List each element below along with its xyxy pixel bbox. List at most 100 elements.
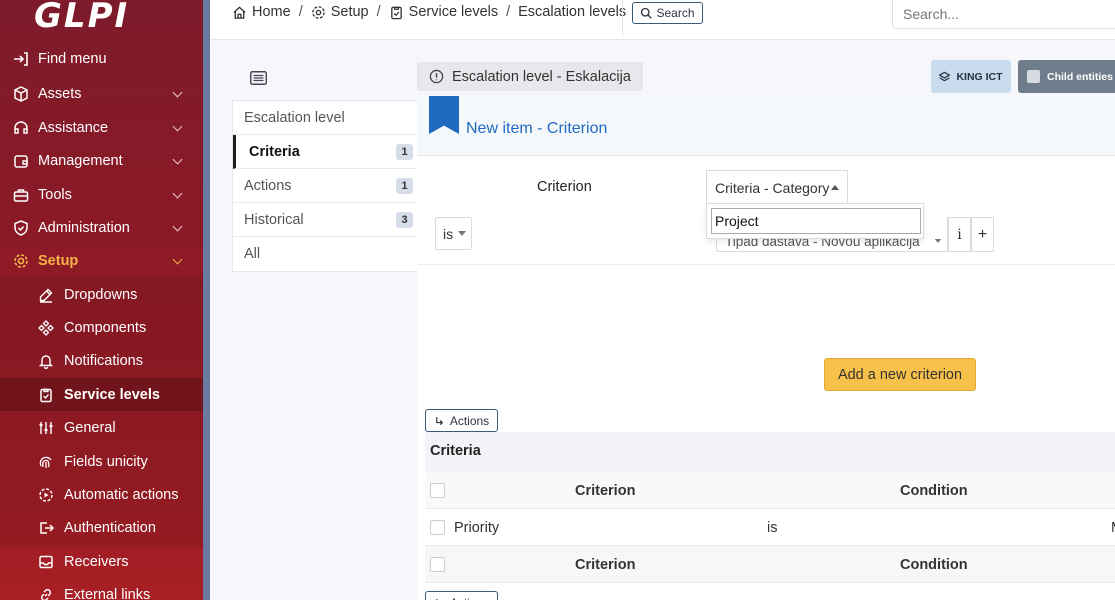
sidebar-item-assets[interactable]: Assets — [0, 77, 203, 110]
select-all-checkbox[interactable] — [430, 557, 445, 572]
massive-actions-button-bottom[interactable]: Actions — [425, 591, 498, 600]
item-title-label: Escalation level - Eskalacija — [452, 68, 631, 85]
chevron-down-icon — [172, 121, 183, 132]
briefcase-icon — [13, 187, 29, 203]
sidebar-subitem-receivers[interactable]: Receivers — [0, 545, 203, 578]
condition-select[interactable]: is — [435, 217, 472, 250]
sidebar-subitem-label: Notifications — [64, 352, 143, 369]
sidebar-item-label: Tools — [38, 186, 72, 203]
sidebar-item-label: Assistance — [38, 119, 109, 136]
glpi-logo[interactable]: GLPI — [34, 0, 129, 36]
info-circle-icon — [429, 69, 444, 84]
home-icon — [233, 5, 246, 19]
cell-pattern: M — [1111, 520, 1115, 536]
tab-actions[interactable]: Actions 1 — [233, 169, 417, 203]
sidebar-subitem-components[interactable]: Components — [0, 311, 203, 344]
sidebar-subitem-service-levels[interactable]: Service levels — [0, 378, 203, 411]
breadcrumb-setup[interactable]: Setup — [311, 4, 369, 20]
pattern-select-value: Tipad dastava - Novou aplikacija — [716, 239, 948, 251]
criterion-label: Criterion — [537, 179, 592, 195]
sidebar-subitem-dropdowns[interactable]: Dropdowns — [0, 278, 203, 311]
add-value-button[interactable]: + — [971, 217, 994, 252]
sidebar-item-management[interactable]: Management — [0, 144, 203, 177]
sidebar-subitem-general[interactable]: General — [0, 411, 203, 444]
sidebar-subitem-external-links[interactable]: External links — [0, 578, 203, 600]
select-all-checkbox[interactable] — [430, 483, 445, 498]
sidebar-item-label: Administration — [38, 219, 130, 236]
massive-actions-button[interactable]: Actions — [425, 409, 498, 432]
tab-count-badge: 1 — [396, 144, 413, 160]
actions-label: Actions — [449, 413, 490, 428]
tab-historical[interactable]: Historical 3 — [233, 203, 417, 237]
column-header-criterion[interactable]: Criterion — [575, 483, 635, 499]
breadcrumb-home[interactable]: Home — [232, 4, 291, 20]
column-footer-criterion[interactable]: Criterion — [575, 557, 635, 573]
breadcrumb-escalation-levels[interactable]: Escalation levels — [518, 4, 626, 20]
child-entities-checkbox[interactable] — [1027, 70, 1040, 83]
cell-criterion[interactable]: Priority — [454, 520, 499, 536]
breadcrumb-label: Home — [252, 4, 291, 20]
add-new-criterion-button[interactable]: Add a new criterion — [824, 358, 976, 391]
sidebar-subitem-automatic-actions[interactable]: Automatic actions — [0, 478, 203, 511]
arrow-right-to-bracket-icon — [13, 51, 29, 67]
sliders-icon — [38, 420, 54, 436]
tab-escalation-level[interactable]: Escalation level — [233, 101, 417, 135]
breadcrumb-separator: / — [376, 4, 381, 20]
sidebar-item-assistance[interactable]: Assistance — [0, 111, 203, 144]
sidebar-item-tools[interactable]: Tools — [0, 178, 203, 211]
actions-label: Actions — [450, 596, 489, 600]
entity-label: KING ICT — [956, 70, 1003, 83]
sidebar-scrollbar[interactable] — [203, 0, 210, 600]
sidebar-item-find-menu[interactable]: Find menu — [0, 42, 203, 75]
caret-down-icon — [458, 231, 467, 236]
search-button[interactable]: Search — [632, 2, 703, 24]
sidebar-subitem-label: Fields unicity — [64, 453, 148, 470]
corner-down-right-icon — [435, 417, 443, 426]
wallet-icon — [13, 153, 29, 169]
entity-badge[interactable]: KING ICT — [931, 60, 1011, 93]
chevron-down-icon — [172, 221, 183, 232]
item-title: Escalation level - Eskalacija — [417, 62, 643, 91]
condition-select-value: is — [443, 225, 454, 242]
tab-criteria[interactable]: Criteria 1 — [233, 135, 417, 169]
tab-label: Criteria — [249, 143, 300, 160]
info-button[interactable]: i — [948, 217, 971, 252]
table-footer-row: Criterion Condition — [425, 546, 1115, 583]
breadcrumb-separator: / — [298, 4, 303, 20]
login-icon — [38, 520, 54, 536]
list-view-button[interactable] — [250, 71, 267, 90]
tab-all[interactable]: All — [233, 237, 417, 271]
breadcrumb-label: Escalation levels — [518, 4, 627, 20]
sidebar-subitem-notifications[interactable]: Notifications — [0, 344, 203, 377]
sidebar-item-administration[interactable]: Administration — [0, 211, 203, 244]
sidebar-subitem-fields-unicity[interactable]: Fields unicity — [0, 445, 203, 478]
search-button-label: Search — [656, 6, 695, 20]
sidebar-subitem-label: Service levels — [64, 386, 160, 403]
row-checkbox[interactable] — [430, 520, 445, 535]
tab-label: Actions — [244, 177, 292, 194]
item-tabs: Escalation level Criteria 1 Actions 1 Hi… — [232, 100, 418, 272]
sidebar-subitem-authentication[interactable]: Authentication — [0, 511, 203, 544]
sidebar-subitem-label: External links — [64, 586, 151, 600]
criterion-select[interactable]: Criteria - Category — [706, 170, 848, 204]
dropdown-search-input[interactable] — [711, 208, 921, 234]
sidebar-item-setup[interactable]: Setup — [0, 244, 203, 277]
column-header-condition[interactable]: Condition — [900, 483, 968, 499]
inbox-icon — [38, 554, 54, 570]
child-entities-toggle[interactable]: Child entities — [1018, 60, 1115, 93]
sidebar: GLPI Find menu Assets Assistance Managem… — [0, 0, 210, 600]
criterion-select-value: Criteria - Category — [715, 179, 830, 196]
sidebar-item-label: Find menu — [38, 50, 107, 67]
global-search-input[interactable] — [892, 0, 1115, 29]
table-row[interactable]: Priority is M — [425, 509, 1115, 546]
sidebar-subitem-label: Authentication — [64, 519, 156, 536]
table-title: Criteria — [425, 432, 1115, 472]
breadcrumb-service-levels[interactable]: Service levels — [389, 4, 498, 20]
breadcrumb: Home / Setup / Service levels / Escalati… — [232, 4, 626, 20]
edit-icon — [38, 287, 54, 303]
pattern-select-text: Tipad dastava - Novou aplikacija — [725, 239, 920, 249]
form-divider — [417, 264, 1115, 265]
search-icon — [641, 7, 653, 19]
column-footer-condition[interactable]: Condition — [900, 557, 968, 573]
list-icon — [250, 71, 267, 85]
